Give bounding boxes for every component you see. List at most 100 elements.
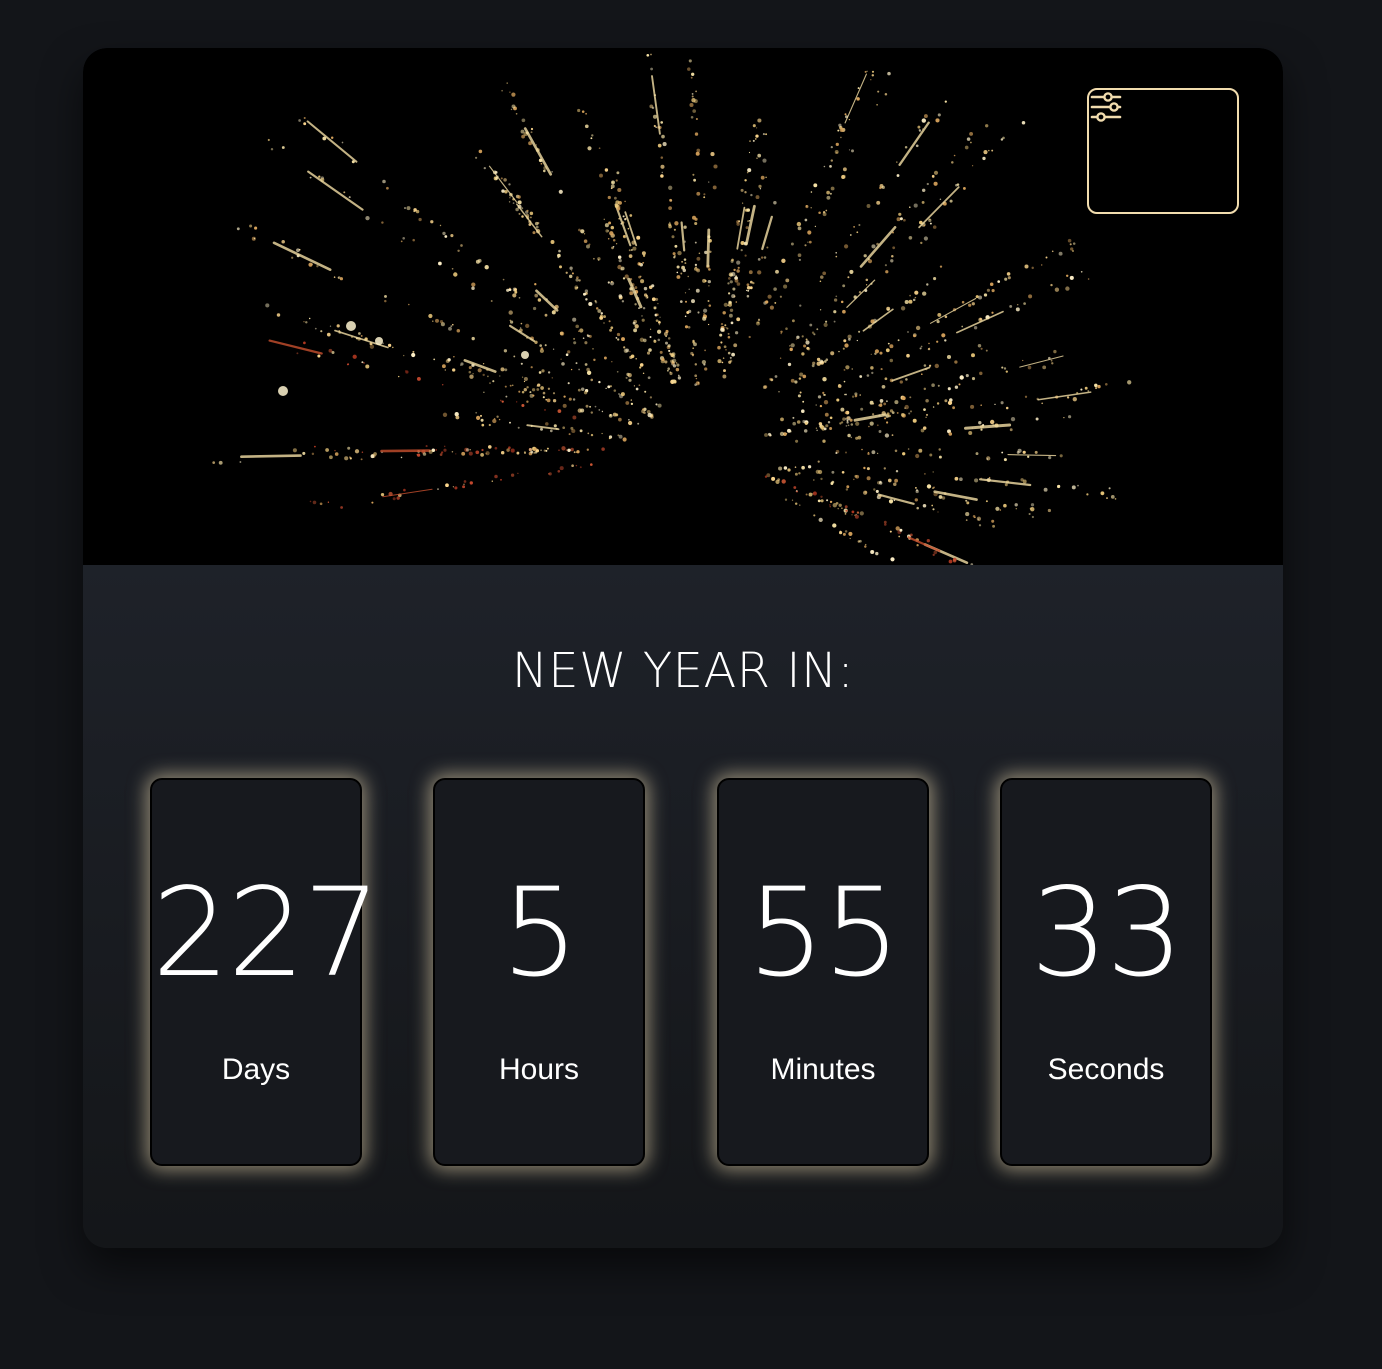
- firework-spark: [822, 391, 825, 395]
- firework-spark: [492, 380, 495, 383]
- firework-spark: [687, 325, 691, 329]
- firework-spark: [805, 338, 808, 341]
- firework-spark: [894, 449, 898, 453]
- firework-spark: [534, 283, 537, 286]
- firework-spark: [868, 425, 870, 428]
- firework-spark: [764, 433, 768, 437]
- firework-spark: [787, 428, 791, 433]
- firework-spark: [325, 448, 329, 452]
- firework-spark: [538, 371, 542, 374]
- firework-spark: [603, 218, 606, 221]
- firework-streak: [380, 449, 431, 453]
- firework-spark: [584, 124, 589, 129]
- firework-spark: [744, 179, 747, 182]
- firework-spark: [799, 304, 802, 307]
- firework-spark: [672, 252, 676, 256]
- firework-spark: [959, 375, 964, 380]
- firework-spark: [482, 363, 485, 365]
- firework-spark: [694, 374, 698, 378]
- firework-spark: [559, 331, 565, 336]
- firework-spark: [778, 391, 780, 393]
- firework-spark: [601, 447, 605, 451]
- firework-spark: [962, 186, 966, 190]
- firework-spark: [501, 89, 503, 92]
- firework-spark: [826, 499, 829, 502]
- firework-spark: [765, 176, 767, 179]
- firework-spark: [514, 290, 518, 294]
- firework-spark: [702, 278, 707, 283]
- firework-spark: [912, 418, 917, 423]
- firework-spark: [779, 431, 785, 437]
- firework-spark: [334, 452, 339, 456]
- firework-spark: [1009, 304, 1013, 308]
- firework-spark: [966, 501, 970, 505]
- firework-spark: [504, 368, 508, 372]
- firework-spark: [791, 499, 794, 501]
- firework-spark: [722, 357, 725, 359]
- firework-spark: [565, 353, 569, 357]
- firework-spark: [455, 453, 457, 455]
- firework-spark: [840, 136, 842, 139]
- firework-spark: [691, 72, 695, 76]
- firework-spark: [689, 102, 694, 108]
- firework-spark: [822, 212, 827, 217]
- firework-spark: [656, 313, 659, 317]
- firework-spark: [629, 291, 634, 296]
- firework-spark: [535, 449, 540, 453]
- firework-spark: [572, 415, 577, 420]
- firework-spark: [314, 327, 317, 330]
- firework-spark: [688, 59, 692, 63]
- firework-streak: [846, 279, 876, 308]
- firework-spark: [580, 387, 585, 392]
- firework-spark: [728, 360, 732, 364]
- firework-spark: [623, 346, 626, 349]
- firework-spark: [559, 265, 562, 269]
- firework-spark: [959, 477, 963, 482]
- firework-spark: [1005, 370, 1008, 373]
- firework-spark: [865, 284, 868, 286]
- firework-spark: [925, 416, 927, 418]
- firework-spark: [894, 400, 899, 405]
- firework-spark: [468, 366, 472, 370]
- firework-spark: [542, 391, 546, 395]
- firework-spark: [796, 420, 801, 424]
- firework-spark: [866, 476, 871, 481]
- firework-spark: [820, 495, 823, 498]
- settings-button[interactable]: [1087, 88, 1239, 214]
- firework-spark: [854, 514, 859, 519]
- firework-spark: [847, 433, 851, 438]
- firework-spark: [929, 222, 932, 225]
- firework-spark: [766, 246, 769, 249]
- firework-spark: [971, 165, 974, 167]
- firework-spark: [866, 204, 871, 208]
- firework-spark: [239, 461, 242, 463]
- firework-spark: [727, 332, 730, 335]
- firework-spark: [773, 287, 777, 291]
- firework-spark: [533, 452, 536, 454]
- firework-spark: [722, 374, 727, 379]
- firework-spark: [849, 418, 853, 422]
- firework-spark: [783, 466, 788, 470]
- firework-spark: [658, 321, 661, 324]
- firework-spark: [964, 145, 969, 150]
- firework-spark: [885, 270, 889, 274]
- firework-spark: [621, 221, 625, 224]
- firework-spark: [634, 303, 637, 306]
- firework-spark: [975, 295, 979, 299]
- firework-spark: [627, 227, 630, 230]
- firework-spark: [500, 450, 505, 455]
- firework-spark: [746, 208, 750, 212]
- firework-spark: [793, 486, 797, 489]
- firework-spark: [683, 225, 687, 229]
- firework-spark: [1108, 487, 1111, 490]
- firework-spark: [904, 145, 908, 149]
- firework-spark: [851, 395, 855, 398]
- firework-spark: [521, 118, 526, 123]
- firework-spark: [866, 374, 870, 377]
- firework-spark: [457, 249, 460, 253]
- firework-orb: [346, 321, 356, 331]
- firework-spark: [658, 323, 661, 326]
- firework-spark: [593, 257, 595, 260]
- firework-spark: [902, 452, 906, 456]
- firework-spark: [951, 161, 954, 164]
